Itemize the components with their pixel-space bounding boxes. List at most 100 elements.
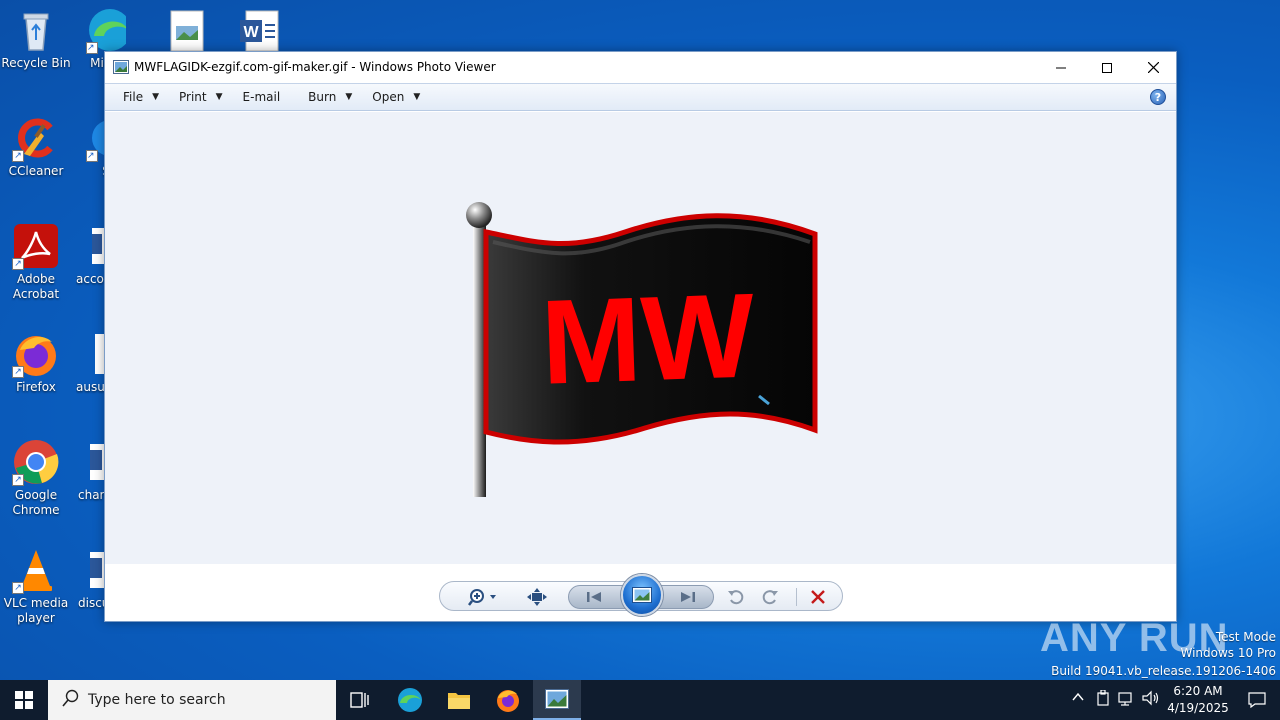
desktop-icon-label: Adobe Acrobat: [12, 272, 60, 301]
maximize-button[interactable]: [1084, 52, 1130, 83]
taskbar-edge[interactable]: [386, 680, 434, 720]
start-button[interactable]: [0, 680, 48, 720]
slideshow-button[interactable]: [621, 574, 663, 616]
taskbar: Type here to search 6:20 AM 4/19/2025: [0, 680, 1280, 720]
image-viewer-area[interactable]: MW: [105, 112, 1176, 564]
shortcut-arrow-icon: ↗: [86, 150, 98, 162]
action-center-button[interactable]: [1235, 680, 1279, 720]
vlc-icon: ↗: [12, 546, 60, 594]
notification-icon: [1248, 692, 1266, 708]
desktop-icon-label: discu: [78, 596, 104, 610]
search-placeholder: Type here to search: [88, 692, 226, 708]
desktop-icon-word-file[interactable]: W: [238, 10, 280, 52]
desktop-icon-label: VLC media player: [3, 596, 69, 625]
rotate-clockwise-button[interactable]: [758, 587, 782, 607]
minimize-icon: [1056, 67, 1066, 68]
dropdown-arrow-icon: ▼: [215, 92, 223, 102]
system-clock[interactable]: 6:20 AM 4/19/2025: [1163, 683, 1233, 717]
desktop-icon-word-doc-partial[interactable]: char: [78, 438, 104, 503]
delete-icon: [811, 590, 825, 604]
task-view-button[interactable]: [336, 680, 384, 720]
desktop-icon-label: acco: [76, 272, 104, 286]
desktop-icon-google-chrome[interactable]: ↗ Google Chrome: [0, 438, 72, 518]
dropdown-arrow-icon: ▼: [413, 92, 421, 102]
desktop-icon-word-doc-partial[interactable]: acco: [76, 222, 104, 287]
watermark-build: Build 19041.vb_release.191206-1406: [1051, 664, 1276, 678]
actual-size-button[interactable]: [524, 586, 550, 608]
desktop-icon-label: CCleaner: [8, 164, 64, 178]
acrobat-icon: ↗: [12, 222, 60, 270]
close-icon: [1147, 62, 1159, 73]
window-title: MWFLAGIDK-ezgif.com-gif-maker.gif - Wind…: [134, 60, 496, 74]
photo-viewer-icon: [545, 689, 569, 709]
clock-time: 6:20 AM: [1173, 684, 1223, 698]
maximize-icon: [1102, 62, 1112, 73]
search-icon: [62, 689, 80, 711]
actual-size-icon: [527, 588, 547, 606]
menu-burn[interactable]: Burn ▼: [298, 85, 362, 109]
displayed-image: MW: [466, 202, 818, 497]
delete-button[interactable]: [806, 587, 830, 607]
title-bar[interactable]: MWFLAGIDK-ezgif.com-gif-maker.gif - Wind…: [105, 52, 1176, 83]
taskbar-photo-viewer[interactable]: [533, 680, 581, 720]
dropdown-arrow-icon: ▼: [345, 92, 353, 102]
desktop-icon-word-doc-partial[interactable]: discu: [78, 546, 104, 611]
photo-viewer-window: MWFLAGIDK-ezgif.com-gif-maker.gif - Wind…: [104, 51, 1177, 622]
desktop-icon-adobe-acrobat[interactable]: ↗ Adobe Acrobat: [0, 222, 72, 302]
watermark-mode: Test Mode: [1215, 630, 1276, 644]
close-button[interactable]: [1130, 52, 1176, 83]
menu-file[interactable]: File ▼: [113, 85, 169, 109]
firefox-icon: [497, 690, 519, 712]
minimize-button[interactable]: [1038, 52, 1084, 83]
next-button[interactable]: [675, 588, 701, 606]
edge-icon: ↗: [86, 6, 126, 54]
zoom-button[interactable]: [466, 586, 500, 608]
help-icon[interactable]: ?: [1150, 89, 1166, 105]
taskbar-firefox[interactable]: [484, 680, 532, 720]
flag-pole-ball: [466, 202, 492, 228]
network-icon[interactable]: [1118, 690, 1136, 710]
rotate-right-icon: [762, 590, 778, 605]
anyrun-watermark: ANY RUN Test Mode Windows 10 Pro Build 1…: [1040, 612, 1280, 680]
slideshow-icon: [632, 587, 652, 603]
zoom-icon: [468, 589, 496, 606]
edge-icon: [398, 688, 422, 712]
desktop-icon-ccleaner[interactable]: ↗ CCleaner: [0, 114, 72, 179]
menu-print-label: Print: [179, 90, 207, 104]
desktop-icon-firefox[interactable]: ↗ Firefox: [0, 330, 72, 395]
firefox-icon: ↗: [12, 330, 60, 378]
chrome-icon: ↗: [12, 438, 60, 486]
rotate-counterclockwise-button[interactable]: [724, 587, 748, 607]
shortcut-arrow-icon: ↗: [86, 42, 98, 54]
dropdown-arrow-icon: ▼: [152, 92, 160, 102]
show-hidden-icons-chevron-icon[interactable]: [1071, 690, 1085, 708]
controls-bar: [105, 564, 1176, 621]
previous-icon: [587, 592, 601, 602]
volume-icon[interactable]: [1142, 690, 1160, 710]
taskbar-file-explorer[interactable]: [435, 680, 483, 720]
desktop-icon-label: Firefox: [16, 380, 56, 394]
desktop-icon-vlc[interactable]: ↗ VLC media player: [0, 546, 72, 626]
menu-open-label: Open: [372, 90, 405, 104]
menu-open[interactable]: Open ▼: [362, 85, 430, 109]
viewer-controls: [439, 574, 843, 616]
desktop-icon-recycle-bin[interactable]: Recycle Bin: [0, 6, 72, 71]
menu-file-label: File: [123, 90, 144, 104]
svg-text:W: W: [243, 24, 259, 41]
desktop-icon-image-file[interactable]: [170, 10, 204, 52]
word-doc-icon: [90, 222, 104, 270]
desktop-icon-label: Recycle Bin: [1, 56, 71, 70]
recycle-bin-icon: [12, 6, 60, 54]
desktop-icon-file-partial[interactable]: ausu: [76, 330, 104, 395]
taskbar-search[interactable]: Type here to search: [48, 680, 336, 720]
desktop-icon-label: ausu: [76, 380, 104, 394]
desktop-icon-label: Google Chrome: [12, 488, 60, 517]
task-view-icon: [350, 692, 369, 708]
word-file-icon: W: [240, 10, 279, 52]
menu-email[interactable]: E-mail: [233, 85, 299, 109]
flag-text: MW: [539, 268, 758, 409]
menu-print[interactable]: Print ▼: [169, 85, 233, 109]
desktop-icon-label: char: [78, 488, 104, 502]
tray-app-icon[interactable]: [1096, 689, 1110, 710]
previous-button[interactable]: [581, 588, 607, 606]
